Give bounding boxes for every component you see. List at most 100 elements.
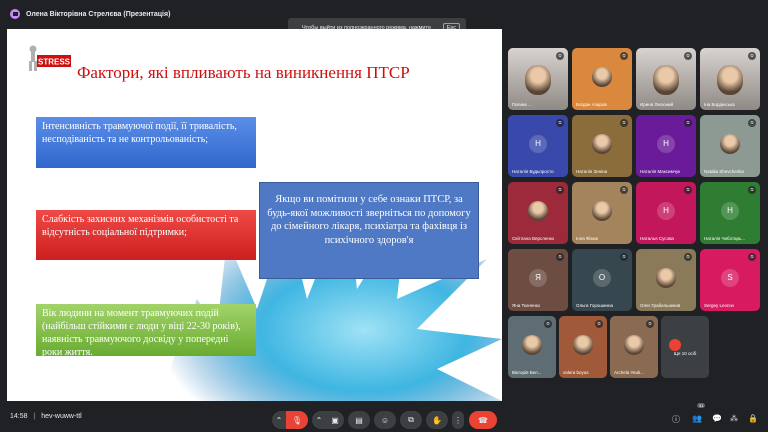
hand-icon: ✋ — [432, 415, 442, 425]
more-vert-icon: ⋮ — [454, 415, 462, 425]
participant-initial: Н — [657, 134, 675, 153]
raise-hand-button[interactable]: ✋ — [426, 411, 448, 429]
factor-box-intensity: Інтенсивність травмуючої події, її трива… — [36, 117, 256, 168]
participant-photo — [592, 133, 612, 154]
mic-muted-icon: ⦸ — [748, 186, 756, 194]
participant-tile[interactable]: Ще 10 осіб — [661, 316, 709, 378]
camera-button[interactable]: ▣ — [326, 411, 344, 429]
emoji-button[interactable]: ☺ — [374, 411, 396, 429]
advice-box: Якщо ви помітили у себе ознаки ПТСР, за … — [259, 182, 479, 279]
participant-name: Вікторія Бел... — [512, 370, 542, 375]
participant-count-badge: 31 — [697, 403, 706, 408]
participant-photo — [720, 133, 740, 154]
participant-tile[interactable]: ⦸ Natalia Shevchenko — [700, 115, 760, 177]
participant-name: valera boyus — [563, 370, 589, 375]
mic-muted-icon: ⦸ — [620, 186, 628, 194]
participant-name: Ще 10 осіб — [673, 351, 697, 356]
participant-tile[interactable]: О ⦸ Ольга Горошинна — [572, 249, 632, 311]
mic-options-button[interactable]: ⌃ — [272, 411, 286, 429]
mic-muted-icon: ⦸ — [556, 52, 564, 60]
captions-icon: ▤ — [355, 415, 363, 425]
participant-tile[interactable]: ⦸ Іна Бордінська — [700, 48, 760, 110]
participant-tile[interactable]: S ⦸ Sergey Leonov — [700, 249, 760, 311]
mic-muted-icon: ⦸ — [620, 253, 628, 261]
participant-photo — [525, 65, 551, 96]
participant-name: Світлана Версленко — [512, 236, 555, 241]
participant-initial: Н — [529, 134, 547, 153]
participant-tile[interactable]: ⦸ Світлана Версленко — [508, 182, 568, 244]
clock: 14:58 — [10, 413, 28, 420]
participant-tile[interactable]: ⦸ Вікторія Бел... — [508, 316, 556, 378]
participant-name: Іна Бордінська — [704, 102, 735, 107]
mic-muted-icon: ⦸ — [748, 253, 756, 261]
participant-name: Наталія Будьпросто — [512, 169, 554, 174]
participant-photo — [592, 200, 612, 221]
participant-photo — [653, 65, 679, 96]
stress-logo: STRESS — [25, 41, 73, 73]
participant-name: Sergey Leonov — [704, 303, 735, 308]
participant-photo — [522, 334, 542, 355]
participant-name: Наталія Зенінa — [576, 169, 608, 174]
people-icon[interactable]: 👥 — [692, 414, 702, 423]
participant-initial: S — [721, 268, 739, 287]
participant-photo — [573, 334, 593, 355]
participant-tile[interactable]: ⦸ valera boyus — [559, 316, 607, 378]
participant-tile[interactable]: ⦸ Archela Yeuk... — [610, 316, 658, 378]
participant-tile[interactable]: ⦸ Інна Фізюк — [572, 182, 632, 244]
hang-up-icon: ☎ — [478, 415, 488, 425]
more-options-button[interactable]: ⋮ — [452, 411, 464, 429]
participant-name: Ольга Горошинна — [576, 303, 613, 308]
participant-photo — [624, 334, 644, 355]
participant-photo — [656, 267, 676, 288]
activities-icon[interactable]: ⁂ — [730, 414, 738, 423]
leave-call-button[interactable]: ☎ — [469, 411, 497, 429]
mic-muted-icon: ⦸ — [684, 253, 692, 261]
participant-tile[interactable]: Я ⦸ Яна Ткаченко — [508, 249, 568, 311]
more-people-avatar — [669, 338, 682, 351]
mic-muted-icon: ⦸ — [556, 186, 564, 194]
mic-off-button[interactable]: 🎙 — [286, 411, 308, 429]
mic-muted-icon: ⦸ — [684, 119, 692, 127]
participant-tile[interactable]: Н ⦸ Наталія Максимчук — [636, 115, 696, 177]
chat-icon[interactable]: 💬 — [712, 414, 722, 423]
participant-name: Ирина Лесюний — [640, 102, 674, 107]
participant-tile[interactable]: Н ⦸ Наталія Будьпросто — [508, 115, 568, 177]
meeting-code: hev-wuww-ttl — [41, 413, 82, 420]
participant-initial: Н — [721, 201, 739, 220]
meeting-details-icon[interactable]: ⓘ — [672, 414, 680, 425]
participant-tile[interactable]: Н ⦸ Наталья Сусова — [636, 182, 696, 244]
present-icon: ⧉ — [408, 415, 414, 424]
participant-tile[interactable]: Н ⦸ Наталія Чиботарь... — [700, 182, 760, 244]
slide-title: Фактори, які впливають на виникнення ПТС… — [77, 63, 410, 82]
participant-tile[interactable]: ⦸ Наталія Зенінa — [572, 115, 632, 177]
mic-muted-icon: ⦸ — [646, 320, 654, 328]
participant-photo — [528, 200, 548, 221]
participant-tile[interactable]: ⦸ Олег Грабельников — [636, 249, 696, 311]
present-button[interactable]: ⧉ — [400, 411, 422, 429]
participant-initial: Я — [529, 268, 547, 287]
participant-tile[interactable]: ⦸ Ирина Лесюний — [636, 48, 696, 110]
participant-name: Archela Yeuk... — [614, 370, 645, 375]
participant-name: Natalia Shevchenko — [704, 169, 745, 174]
participant-initial: Н — [657, 201, 675, 220]
participant-name: Наталія Чиботарь... — [704, 236, 746, 241]
camera-icon: ▣ — [331, 415, 339, 425]
mic-muted-icon: ⦸ — [748, 52, 756, 60]
camera-options-button[interactable]: ⌃ — [312, 411, 326, 429]
stress-logo-text: STRESS — [38, 58, 71, 67]
participant-tile[interactable]: ⦸ Богдан Азаров — [572, 48, 632, 110]
participant-name: Богдан Азаров — [576, 102, 607, 107]
mic-muted-icon: ⦸ — [556, 253, 564, 261]
mic-muted-icon: ⦸ — [595, 320, 603, 328]
participant-name: Галина ... — [512, 102, 532, 107]
participant-name: Яна Ткаченко — [512, 303, 541, 308]
meeting-controls-bar: 14:58 | hev-wuww-ttl ⌃ 🎙 ⌃ ▣ ▤ ☺ ⧉ ✋ ⋮ ☎… — [0, 404, 768, 432]
host-controls-icon[interactable]: 🔒 — [748, 414, 758, 423]
participant-tile[interactable]: ⦸ Галина ... — [508, 48, 568, 110]
factor-box-age: Вік людини на момент травмуючих подій (н… — [36, 304, 256, 358]
participant-name: Інна Фізюк — [576, 236, 598, 241]
mic-muted-icon: ⦸ — [556, 119, 564, 127]
participant-photo — [592, 66, 612, 87]
mic-muted-icon: ⦸ — [748, 119, 756, 127]
captions-button[interactable]: ▤ — [348, 411, 370, 429]
